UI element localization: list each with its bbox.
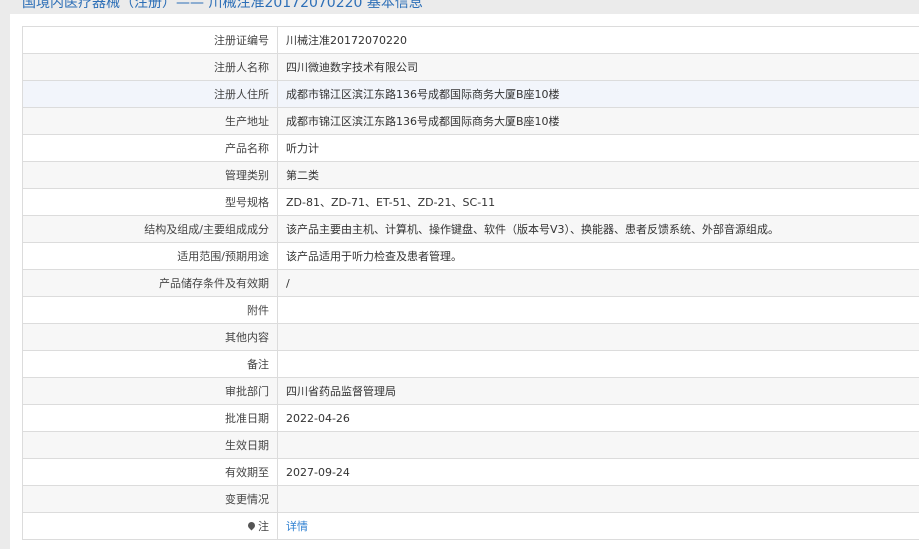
table-row: 注册人名称 四川微迪数字技术有限公司 bbox=[22, 53, 919, 81]
row-value: 第二类 bbox=[277, 161, 919, 189]
table-row: 备注 bbox=[22, 350, 919, 378]
table-row: 注 详情 bbox=[22, 512, 919, 540]
row-label: 产品储存条件及有效期 bbox=[22, 269, 278, 297]
row-value: 听力计 bbox=[277, 134, 919, 162]
row-label: 生效日期 bbox=[22, 431, 278, 459]
row-value: 2027-09-24 bbox=[277, 458, 919, 486]
row-value: 川械注准20172070220 bbox=[277, 26, 919, 54]
row-value-text: 2022-04-26 bbox=[286, 411, 350, 425]
row-value: 详情 bbox=[277, 512, 919, 540]
row-value-text: 成都市锦江区滨江东路136号成都国际商务大厦B座10楼 bbox=[286, 115, 560, 128]
row-value: 2022-04-26 bbox=[277, 404, 919, 432]
row-label-text: 注册人名称 bbox=[214, 61, 269, 74]
row-label-text: 注 bbox=[258, 520, 269, 533]
row-label-text: 产品名称 bbox=[225, 142, 269, 155]
row-label-text: 变更情况 bbox=[225, 493, 269, 506]
row-label: 变更情况 bbox=[22, 485, 278, 513]
row-label-text: 管理类别 bbox=[225, 169, 269, 182]
row-value: 四川省药品监督管理局 bbox=[277, 377, 919, 405]
table-row: 附件 bbox=[22, 296, 919, 324]
row-label: 适用范围/预期用途 bbox=[22, 242, 278, 270]
row-value: 该产品主要由主机、计算机、操作键盘、软件（版本号V3）、换能器、患者反馈系统、外… bbox=[277, 215, 919, 243]
row-value-text: ZD-81、ZD-71、ET-51、ZD-21、SC-11 bbox=[286, 196, 496, 209]
table-row: 注册证编号 川械注准20172070220 bbox=[22, 26, 919, 54]
row-label-text: 批准日期 bbox=[225, 412, 269, 425]
row-label: 备注 bbox=[22, 350, 278, 378]
row-label: 批准日期 bbox=[22, 404, 278, 432]
row-value: ZD-81、ZD-71、ET-51、ZD-21、SC-11 bbox=[277, 188, 919, 216]
row-label: 结构及组成/主要组成成分 bbox=[22, 215, 278, 243]
row-label-text: 审批部门 bbox=[225, 385, 269, 398]
row-value-text: 四川省药品监督管理局 bbox=[286, 385, 396, 398]
row-label: 注册人名称 bbox=[22, 53, 278, 81]
table-row: 审批部门 四川省药品监督管理局 bbox=[22, 377, 919, 405]
row-value-text: / bbox=[286, 276, 290, 290]
row-value bbox=[277, 323, 919, 351]
row-value-text: 该产品主要由主机、计算机、操作键盘、软件（版本号V3）、换能器、患者反馈系统、外… bbox=[286, 223, 780, 236]
row-value: 四川微迪数字技术有限公司 bbox=[277, 53, 919, 81]
row-label: 产品名称 bbox=[22, 134, 278, 162]
row-label-text: 其他内容 bbox=[225, 331, 269, 344]
page-title: 国境内医疗器械（注册）—— 川械注准20172070220 基本信息 bbox=[22, 0, 423, 11]
row-label-text: 生效日期 bbox=[225, 439, 269, 452]
table-row: 产品储存条件及有效期 / bbox=[22, 269, 919, 297]
row-label-text: 附件 bbox=[247, 304, 269, 317]
table-row: 结构及组成/主要组成成分 该产品主要由主机、计算机、操作键盘、软件（版本号V3）、… bbox=[22, 215, 919, 243]
row-value-text: 该产品适用于听力检查及患者管理。 bbox=[286, 250, 462, 263]
row-label-text: 型号规格 bbox=[225, 196, 269, 209]
table-row: 批准日期 2022-04-26 bbox=[22, 404, 919, 432]
row-value bbox=[277, 431, 919, 459]
row-label: 注 bbox=[22, 512, 278, 540]
row-value-text: 四川微迪数字技术有限公司 bbox=[286, 61, 418, 74]
row-label-text: 产品储存条件及有效期 bbox=[159, 277, 269, 290]
details-link[interactable]: 详情 bbox=[286, 520, 308, 533]
row-label-text: 注册人住所 bbox=[214, 88, 269, 101]
row-label: 型号规格 bbox=[22, 188, 278, 216]
row-label: 注册人住所 bbox=[22, 80, 278, 108]
row-value-text: 成都市锦江区滨江东路136号成都国际商务大厦B座10楼 bbox=[286, 88, 560, 101]
table-row: 生效日期 bbox=[22, 431, 919, 459]
row-label-text: 结构及组成/主要组成成分 bbox=[144, 223, 269, 236]
row-label: 生产地址 bbox=[22, 107, 278, 135]
row-label: 注册证编号 bbox=[22, 26, 278, 54]
row-label-text: 注册证编号 bbox=[214, 34, 269, 47]
row-label: 附件 bbox=[22, 296, 278, 324]
row-label-text: 有效期至 bbox=[225, 466, 269, 479]
table-row: 其他内容 bbox=[22, 323, 919, 351]
row-value bbox=[277, 485, 919, 513]
info-table: 注册证编号 川械注准20172070220 注册人名称 四川微迪数字技术有限公司 注册人… bbox=[22, 26, 919, 540]
row-label: 管理类别 bbox=[22, 161, 278, 189]
row-value-text: 川械注准20172070220 bbox=[286, 34, 407, 47]
table-row: 生产地址 成都市锦江区滨江东路136号成都国际商务大厦B座10楼 bbox=[22, 107, 919, 135]
table-row: 变更情况 bbox=[22, 485, 919, 513]
row-value bbox=[277, 296, 919, 324]
row-value-text: 2027-09-24 bbox=[286, 465, 350, 479]
row-label: 审批部门 bbox=[22, 377, 278, 405]
row-value: / bbox=[277, 269, 919, 297]
table-row: 有效期至 2027-09-24 bbox=[22, 458, 919, 486]
row-value bbox=[277, 350, 919, 378]
row-label: 其他内容 bbox=[22, 323, 278, 351]
row-label-text: 备注 bbox=[247, 358, 269, 371]
row-label-text: 适用范围/预期用途 bbox=[177, 250, 269, 263]
row-value-text: 听力计 bbox=[286, 142, 319, 155]
table-row: 适用范围/预期用途 该产品适用于听力检查及患者管理。 bbox=[22, 242, 919, 270]
detail-panel: 注册证编号 川械注准20172070220 注册人名称 四川微迪数字技术有限公司 注册人… bbox=[10, 14, 919, 549]
table-row: 注册人住所 成都市锦江区滨江东路136号成都国际商务大厦B座10楼 bbox=[22, 80, 919, 108]
row-value: 成都市锦江区滨江东路136号成都国际商务大厦B座10楼 bbox=[277, 80, 919, 108]
table-row: 型号规格 ZD-81、ZD-71、ET-51、ZD-21、SC-11 bbox=[22, 188, 919, 216]
row-value-text: 第二类 bbox=[286, 169, 319, 182]
table-row: 管理类别 第二类 bbox=[22, 161, 919, 189]
row-label: 有效期至 bbox=[22, 458, 278, 486]
row-value: 该产品适用于听力检查及患者管理。 bbox=[277, 242, 919, 270]
table-row: 产品名称 听力计 bbox=[22, 134, 919, 162]
row-label-text: 生产地址 bbox=[225, 115, 269, 128]
row-value: 成都市锦江区滨江东路136号成都国际商务大厦B座10楼 bbox=[277, 107, 919, 135]
pin-icon bbox=[246, 520, 257, 531]
